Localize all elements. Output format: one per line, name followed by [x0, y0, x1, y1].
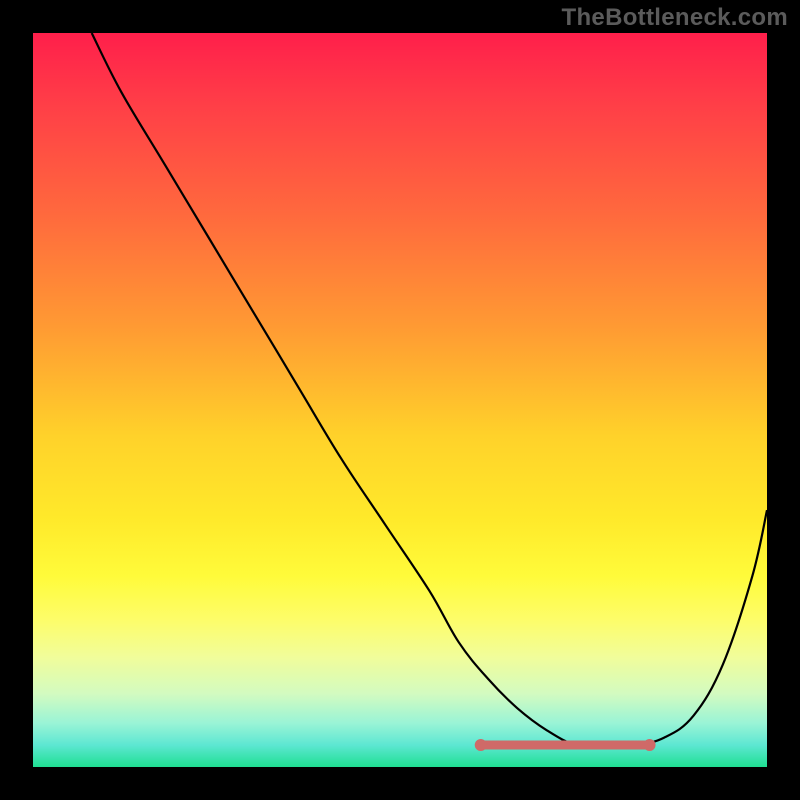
curve-layer: [33, 33, 767, 767]
chart-frame: TheBottleneck.com: [0, 0, 800, 800]
bottleneck-curve-path: [92, 33, 767, 746]
watermark-text: TheBottleneck.com: [562, 4, 788, 32]
optimal-region-end-dot: [644, 739, 656, 751]
plot-area: [33, 33, 767, 767]
optimal-region-start-dot: [475, 739, 487, 751]
